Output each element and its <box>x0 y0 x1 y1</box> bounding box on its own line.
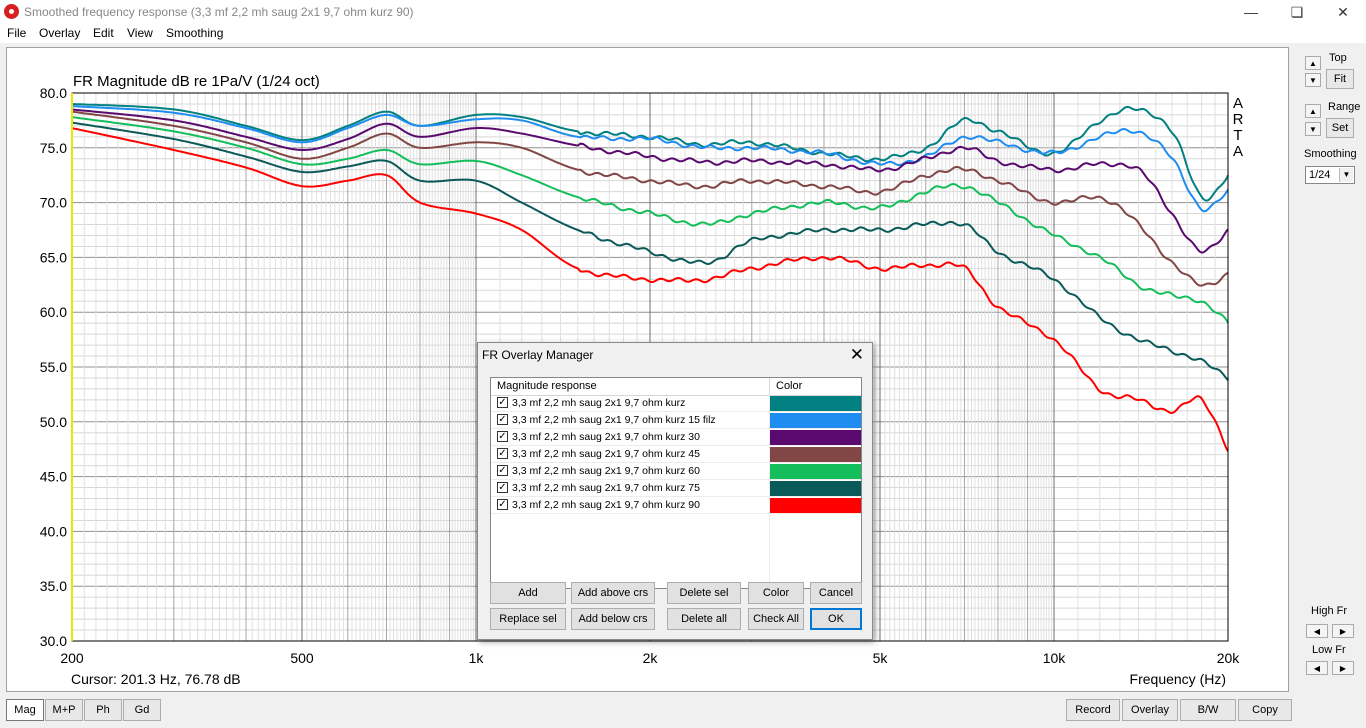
overlay-color-swatch[interactable] <box>770 396 861 411</box>
overlay-list[interactable]: Magnitude response Color ✓ 3,3 mf 2,2 mh … <box>490 377 862 589</box>
overlay-checkbox[interactable]: ✓ <box>497 414 508 425</box>
range-down-arrow-icon[interactable]: ▼ <box>1305 122 1321 136</box>
tab-phase[interactable]: Ph <box>84 699 122 721</box>
overlay-checkbox[interactable]: ✓ <box>497 499 508 510</box>
overlay-color-swatch[interactable] <box>770 481 861 496</box>
chevron-down-icon: ▼ <box>1339 168 1353 182</box>
overlay-row-label: 3,3 mf 2,2 mh saug 2x1 9,7 ohm kurz 75 <box>512 482 700 494</box>
bw-button[interactable]: B/W <box>1180 699 1236 721</box>
y-tick-label: 65.0 <box>40 249 67 265</box>
overlay-checkbox[interactable]: ✓ <box>497 397 508 408</box>
delete-selected-button[interactable]: Delete sel <box>667 582 741 604</box>
y-tick-label: 35.0 <box>40 578 67 594</box>
overlay-color-swatch[interactable] <box>770 464 861 479</box>
overlay-color-swatch[interactable] <box>770 413 861 428</box>
overlay-manager-dialog: FR Overlay Manager ✕ Magnitude response … <box>477 342 873 640</box>
overlay-row[interactable]: ✓ 3,3 mf 2,2 mh saug 2x1 9,7 ohm kurz 90 <box>491 497 861 514</box>
overlay-button[interactable]: Overlay <box>1122 699 1178 721</box>
top-down-arrow-icon[interactable]: ▼ <box>1305 73 1321 87</box>
y-tick-label: 30.0 <box>40 633 67 649</box>
arta-letter: T <box>1233 127 1242 144</box>
cursor-readout: Cursor: 201.3 Hz, 76.78 dB <box>71 671 241 687</box>
delete-all-button[interactable]: Delete all <box>667 608 741 630</box>
overlay-row[interactable]: ✓ 3,3 mf 2,2 mh saug 2x1 9,7 ohm kurz 60 <box>491 463 861 480</box>
top-up-arrow-icon[interactable]: ▲ <box>1305 56 1321 70</box>
copy-button[interactable]: Copy <box>1238 699 1292 721</box>
add-button[interactable]: Add <box>490 582 566 604</box>
high-fr-right-icon[interactable]: ▶ <box>1332 624 1354 638</box>
record-button[interactable]: Record <box>1066 699 1120 721</box>
top-label: Top <box>1329 52 1347 64</box>
list-header: Magnitude response Color <box>491 378 861 396</box>
smoothing-select[interactable]: 1/24 ▼ <box>1305 166 1355 184</box>
overlay-row[interactable]: ✓ 3,3 mf 2,2 mh saug 2x1 9,7 ohm kurz 45 <box>491 446 861 463</box>
low-fr-label: Low Fr <box>1312 644 1346 656</box>
tab-group-delay[interactable]: Gd <box>123 699 161 721</box>
overlay-color-swatch[interactable] <box>770 430 861 445</box>
smoothing-value: 1/24 <box>1309 169 1331 181</box>
overlay-row[interactable]: ✓ 3,3 mf 2,2 mh saug 2x1 9,7 ohm kurz 75 <box>491 480 861 497</box>
range-label: Range <box>1328 101 1361 113</box>
ok-button[interactable]: OK <box>810 608 862 630</box>
high-fr-label: High Fr <box>1311 605 1348 617</box>
arta-letter: A <box>1233 95 1243 112</box>
overlay-checkbox[interactable]: ✓ <box>497 465 508 476</box>
overlay-row-label: 3,3 mf 2,2 mh saug 2x1 9,7 ohm kurz 60 <box>512 465 700 477</box>
dialog-title: FR Overlay Manager <box>482 348 594 362</box>
x-tick-label: 5k <box>873 650 889 666</box>
range-up-arrow-icon[interactable]: ▲ <box>1305 104 1321 118</box>
y-tick-label: 70.0 <box>40 195 67 211</box>
overlay-row[interactable]: ✓ 3,3 mf 2,2 mh saug 2x1 9,7 ohm kurz 15 … <box>491 412 861 429</box>
smoothing-label: Smoothing <box>1304 148 1357 160</box>
chart-title: FR Magnitude dB re 1Pa/V (1/24 oct) <box>73 73 320 90</box>
color-button[interactable]: Color <box>748 582 804 604</box>
replace-selected-button[interactable]: Replace sel <box>490 608 566 630</box>
y-tick-label: 45.0 <box>40 469 67 485</box>
x-tick-labels: 200 500 1k 2k 5k 10k 20k <box>60 650 1240 666</box>
x-tick-label: 20k <box>1217 650 1241 666</box>
overlay-color-swatch[interactable] <box>770 447 861 462</box>
x-axis-label: Frequency (Hz) <box>1130 671 1226 687</box>
column-header-color[interactable]: Color <box>776 380 802 392</box>
check-all-button[interactable]: Check All <box>748 608 804 630</box>
y-tick-label: 50.0 <box>40 414 67 430</box>
x-tick-label: 200 <box>60 650 84 666</box>
low-fr-right-icon[interactable]: ▶ <box>1332 661 1354 675</box>
overlay-row-label: 3,3 mf 2,2 mh saug 2x1 9,7 ohm kurz 15 f… <box>512 414 716 426</box>
overlay-color-swatch[interactable] <box>770 498 861 513</box>
overlay-checkbox[interactable]: ✓ <box>497 482 508 493</box>
y-tick-label: 55.0 <box>40 359 67 375</box>
x-tick-label: 1k <box>469 650 485 666</box>
low-fr-left-icon[interactable]: ◀ <box>1306 661 1328 675</box>
arta-letter: A <box>1233 143 1243 160</box>
overlay-row-label: 3,3 mf 2,2 mh saug 2x1 9,7 ohm kurz 45 <box>512 448 700 460</box>
x-tick-label: 500 <box>290 650 314 666</box>
y-tick-label: 80.0 <box>40 85 67 101</box>
overlay-row-label: 3,3 mf 2,2 mh saug 2x1 9,7 ohm kurz 30 <box>512 431 700 443</box>
fit-button[interactable]: Fit <box>1326 69 1354 89</box>
add-below-cursor-button[interactable]: Add below crs <box>571 608 655 630</box>
y-tick-label: 75.0 <box>40 140 67 156</box>
high-fr-left-icon[interactable]: ◀ <box>1306 624 1328 638</box>
overlay-row-label: 3,3 mf 2,2 mh saug 2x1 9,7 ohm kurz <box>512 397 686 409</box>
close-icon[interactable]: ✕ <box>850 345 864 365</box>
overlay-row[interactable]: ✓ 3,3 mf 2,2 mh saug 2x1 9,7 ohm kurz <box>491 395 861 412</box>
cancel-button[interactable]: Cancel <box>810 582 862 604</box>
x-tick-label: 2k <box>643 650 659 666</box>
y-tick-label: 60.0 <box>40 304 67 320</box>
column-divider[interactable] <box>769 378 770 395</box>
add-above-cursor-button[interactable]: Add above crs <box>571 582 655 604</box>
tab-mag-phase[interactable]: M+P <box>45 699 83 721</box>
overlay-row-label: 3,3 mf 2,2 mh saug 2x1 9,7 ohm kurz 90 <box>512 499 700 511</box>
y-tick-labels: 80.0 75.0 70.0 65.0 60.0 55.0 50.0 45.0 40.0 35.0… <box>40 85 67 649</box>
y-tick-label: 40.0 <box>40 523 67 539</box>
overlay-checkbox[interactable]: ✓ <box>497 448 508 459</box>
arta-letter: R <box>1233 111 1244 128</box>
set-button[interactable]: Set <box>1326 118 1354 138</box>
tab-mag[interactable]: Mag <box>6 699 44 721</box>
overlay-checkbox[interactable]: ✓ <box>497 431 508 442</box>
column-header-magnitude[interactable]: Magnitude response <box>497 380 597 392</box>
overlay-row[interactable]: ✓ 3,3 mf 2,2 mh saug 2x1 9,7 ohm kurz 30 <box>491 429 861 446</box>
x-tick-label: 10k <box>1043 650 1067 666</box>
